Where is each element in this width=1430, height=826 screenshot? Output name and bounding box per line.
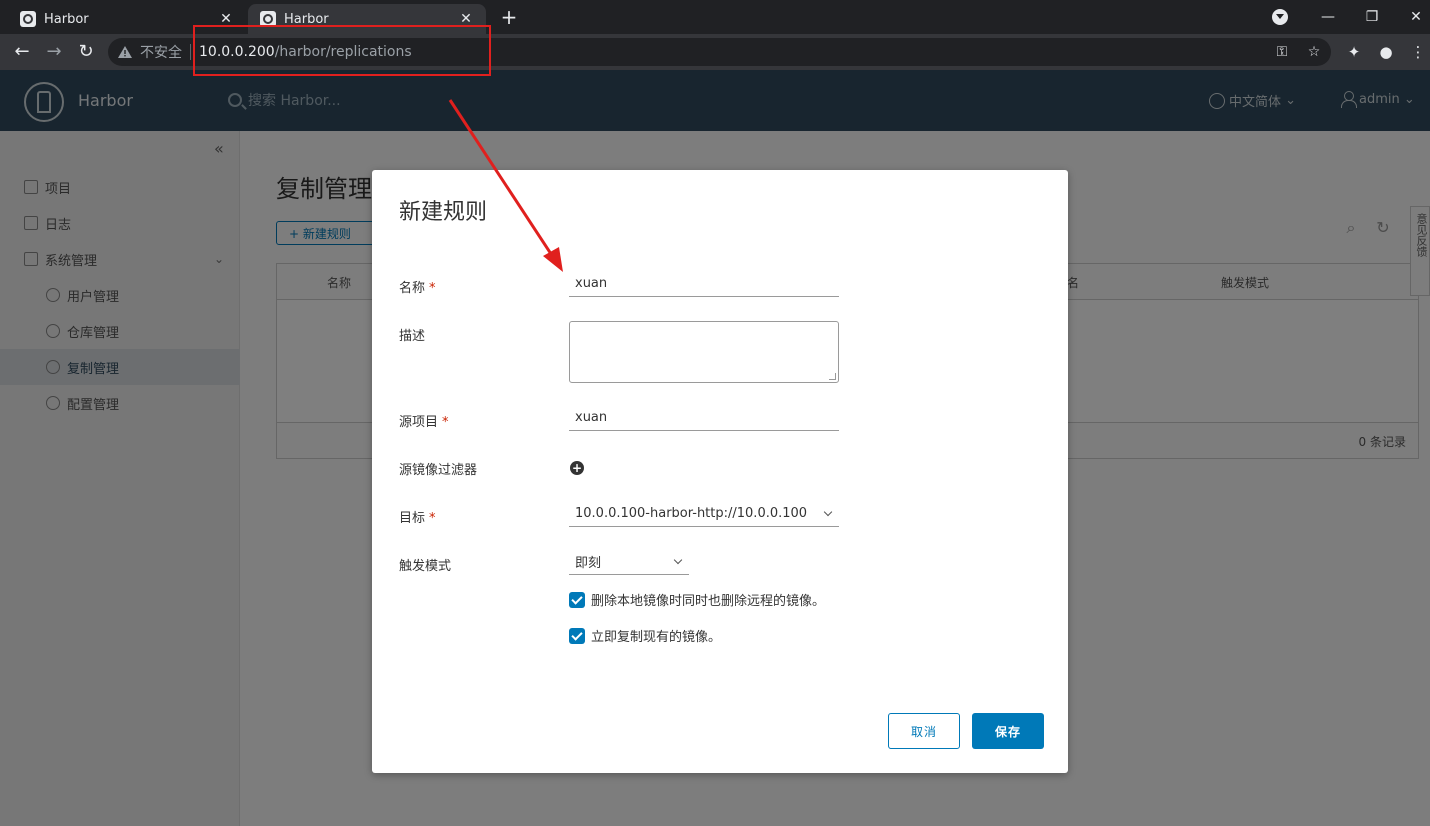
save-button[interactable]: 保存	[972, 713, 1044, 749]
annotation-highlight-box	[193, 25, 491, 76]
bookmark-star-icon[interactable]: ☆	[1302, 40, 1326, 64]
source-filter-label: 源镜像过滤器	[399, 463, 478, 478]
chevron-down-icon	[823, 507, 833, 517]
back-icon[interactable]: ←	[10, 40, 34, 64]
extensions-icon[interactable]: ✦	[1342, 40, 1366, 64]
forward-icon[interactable]: →	[42, 40, 66, 64]
tab-title: Harbor	[44, 11, 89, 27]
new-rule-dialog: 新建规则 名称* 描述 源项目* 源镜像过滤器 + 目标* 10.0.0.100…	[372, 170, 1068, 773]
divider	[190, 44, 191, 60]
add-filter-icon[interactable]: +	[570, 461, 584, 475]
checkbox-label: 删除本地镜像时同时也删除远程的镜像。	[591, 594, 826, 609]
source-project-label: 源项目 *	[399, 415, 449, 430]
replicate-now-checkbox[interactable]	[569, 627, 585, 644]
delete-remote-checkbox[interactable]	[569, 591, 585, 608]
target-select[interactable]: 10.0.0.100-harbor-http://10.0.0.100	[569, 501, 839, 527]
target-value: 10.0.0.100-harbor-http://10.0.0.100	[575, 506, 808, 521]
target-label: 目标 *	[399, 511, 436, 526]
dialog-title: 新建规则	[399, 200, 488, 225]
checkbox-label: 立即复制现有的镜像。	[591, 630, 722, 645]
harbor-favicon-icon	[20, 11, 36, 27]
source-project-input[interactable]	[569, 405, 839, 431]
trigger-value: 即刻	[575, 556, 602, 571]
name-label: 名称 *	[399, 281, 436, 296]
restore-icon[interactable]: ❐	[1350, 0, 1394, 34]
minimize-icon[interactable]: —	[1306, 0, 1350, 34]
harbor-app: Harbor 搜索 Harbor... 中文简体 ⌄ admin ⌄ « 项目 …	[0, 70, 1430, 826]
security-label: 不安全	[140, 45, 182, 61]
new-tab-button[interactable]: +	[498, 7, 520, 29]
reload-icon[interactable]: ↻	[74, 40, 98, 64]
replicate-now-checkbox-row[interactable]: 立即复制现有的镜像。	[569, 626, 721, 645]
delete-remote-checkbox-row[interactable]: 删除本地镜像时同时也删除远程的镜像。	[569, 590, 825, 609]
name-input[interactable]	[569, 271, 839, 297]
window-close-icon[interactable]: ✕	[1394, 0, 1430, 34]
description-label: 描述	[399, 329, 426, 344]
key-icon[interactable]: ⚿	[1270, 40, 1294, 64]
trigger-select[interactable]: 即刻	[569, 549, 689, 575]
trigger-label: 触发模式	[399, 559, 452, 574]
chrome-profile-dropdown-icon[interactable]	[1272, 9, 1288, 25]
chevron-down-icon	[673, 555, 683, 565]
description-textarea[interactable]	[569, 321, 839, 383]
cancel-button[interactable]: 取消	[888, 713, 960, 749]
menu-icon[interactable]: ⋮	[1406, 40, 1430, 64]
warning-icon	[118, 46, 132, 58]
profile-icon[interactable]: ●	[1374, 40, 1398, 64]
